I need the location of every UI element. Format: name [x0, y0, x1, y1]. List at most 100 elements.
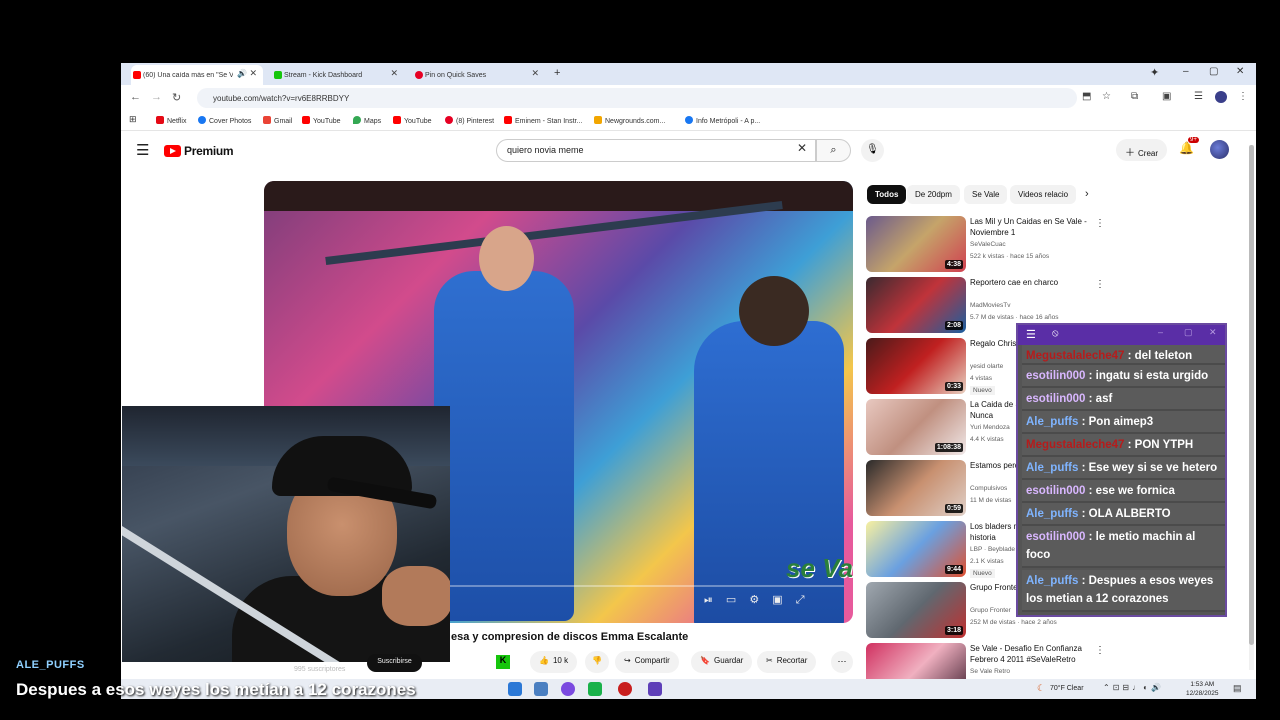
edge-icon[interactable] — [508, 682, 522, 696]
chat-minimize-button[interactable]: – — [1158, 327, 1163, 337]
chat-username[interactable]: Megustalaleche47 — [1026, 350, 1124, 362]
chat-username[interactable]: esotilin000 — [1026, 393, 1085, 405]
recommendation-thumbnail[interactable] — [866, 643, 966, 679]
bookmark-maps[interactable]: Maps — [353, 116, 381, 125]
reading-list-icon[interactable]: ☰ — [1194, 91, 1203, 102]
steam-icon[interactable] — [534, 682, 548, 696]
video-progress-bar[interactable] — [434, 585, 844, 587]
install-icon[interactable]: ⬒ — [1082, 91, 1091, 102]
bookmark-newgrounds[interactable]: Newgrounds.com... — [594, 116, 665, 125]
chip-todos[interactable]: Todos — [867, 185, 907, 204]
bookmark-cover-photos[interactable]: Cover Photos — [198, 116, 251, 125]
chip-de-20dpm[interactable]: De 20dpm — [907, 185, 960, 204]
chat-block-icon[interactable]: ⦸ — [1052, 328, 1059, 339]
bookmark-eminem[interactable]: Eminem - Stan Instr... — [504, 116, 582, 125]
recommendation-channel[interactable]: Grupo Fronter — [970, 607, 1011, 614]
miniplayer-icon[interactable]: ▣ — [772, 594, 782, 606]
chat-username[interactable]: esotilin000 — [1026, 370, 1085, 382]
recommendation-title[interactable]: Reportero cae en charco — [970, 277, 1095, 288]
chip-se-vale[interactable]: Se Vale — [964, 185, 1008, 204]
apps-grid-icon[interactable]: ⊞ — [129, 114, 137, 125]
gemini-icon[interactable]: ✦ — [1150, 66, 1159, 79]
more-vert-icon[interactable]: ⋮ — [1095, 218, 1105, 229]
recommendation-title[interactable]: Las Mil y Un Caidas en Se Vale - Noviemb… — [970, 216, 1095, 238]
bookmark-youtube[interactable]: YouTube — [302, 116, 341, 125]
chat-username[interactable]: esotilin000 — [1026, 531, 1085, 543]
back-icon[interactable]: ← — [130, 91, 141, 103]
dislike-button[interactable]: 👎 — [585, 651, 609, 673]
bookmark-gmail[interactable]: Gmail — [263, 116, 292, 125]
like-button[interactable]: 👍 10 k — [530, 651, 578, 673]
split-view-icon[interactable]: ▣ — [1162, 91, 1171, 102]
recommendation-channel[interactable]: SeValeCuac — [970, 241, 1006, 248]
bookmark-youtube-2[interactable]: YouTube — [393, 116, 432, 125]
recommendation-thumbnail[interactable]: 3:18 — [866, 582, 966, 638]
more-vert-icon[interactable]: ⋮ — [1095, 279, 1105, 290]
voice-search-button[interactable]: 🎙 — [861, 139, 884, 162]
menu-kebab-icon[interactable]: ⋮ — [1238, 91, 1248, 102]
recommendation-channel[interactable]: yesid olarte — [970, 363, 1003, 370]
tab-youtube[interactable]: (60) Una caída más en "Se V 🔊 ✕ — [131, 65, 263, 85]
recommendation-channel[interactable]: Yuri Mendoza — [970, 424, 1010, 431]
clear-search-icon[interactable]: ✕ — [797, 141, 807, 155]
settings-gear-icon[interactable]: ⚙ — [749, 594, 759, 606]
recommendation-thumbnail[interactable]: 0:33 — [866, 338, 966, 394]
tab-kick[interactable]: Stream - Kick Dashboard ✕ — [272, 65, 404, 85]
app-red-icon[interactable] — [618, 682, 632, 696]
more-vert-icon[interactable]: ⋮ — [1095, 645, 1105, 656]
bookmark-netflix[interactable]: Netflix — [156, 116, 186, 125]
recommendation-thumbnail[interactable]: 2:08 — [866, 277, 966, 333]
share-button[interactable]: ↪ Compartir — [615, 651, 679, 673]
close-window-button[interactable]: ✕ — [1236, 66, 1244, 77]
recommendation-channel[interactable]: LBP · Beyblade — [970, 546, 1015, 553]
recommendation-thumbnail[interactable]: 4:38 — [866, 216, 966, 272]
recommendation-channel[interactable]: Se Vale Retro — [970, 668, 1010, 675]
account-avatar[interactable] — [1210, 140, 1229, 159]
youtube-premium-logo[interactable]: Premium — [164, 144, 234, 158]
store-icon[interactable] — [588, 682, 602, 696]
url-bar[interactable]: youtube.com/watch?v=rv6E8RRBDYY — [197, 88, 1077, 108]
chat-username[interactable]: Megustalaleche47 — [1026, 439, 1124, 451]
chevron-right-icon[interactable]: › — [1085, 188, 1089, 200]
kick-channel-logo[interactable]: K — [496, 655, 510, 669]
recommendation-thumbnail[interactable]: 0:59 — [866, 460, 966, 516]
notifications-bell-icon[interactable]: 🔔 — [1179, 141, 1194, 155]
speaker-icon[interactable]: 🔊 — [237, 69, 247, 78]
close-tab-icon[interactable]: ✕ — [531, 68, 539, 79]
notification-center-icon[interactable]: ▤ — [1233, 683, 1242, 694]
fullscreen-icon[interactable]: ⤢ — [796, 594, 805, 606]
chip-videos-relacionados[interactable]: Videos relacio — [1010, 185, 1076, 204]
page-scrollbar-thumb[interactable] — [1249, 145, 1254, 645]
chat-username[interactable]: esotilin000 — [1026, 485, 1085, 497]
maximize-button[interactable]: ▢ — [1209, 66, 1218, 77]
search-button[interactable]: ⌕ — [816, 139, 851, 162]
recommendation-thumbnail[interactable]: 9:44 — [866, 521, 966, 577]
hamburger-menu-icon[interactable]: ☰ — [136, 141, 149, 159]
recommendation-channel[interactable]: Compulsivos — [970, 485, 1007, 492]
bookmark-pinterest[interactable]: (8) Pinterest — [445, 116, 494, 125]
app-purple-icon[interactable] — [648, 682, 662, 696]
weather-text[interactable]: 70°F Clear — [1050, 685, 1084, 692]
recommendation-channel[interactable]: MadMoviesTv — [970, 302, 1010, 309]
discord-icon[interactable] — [561, 682, 575, 696]
reload-icon[interactable]: ↻ — [172, 91, 181, 104]
tray-icons[interactable]: ⌃⊡⊟♩◐🔊 — [1103, 683, 1164, 692]
chat-maximize-button[interactable]: ▢ — [1184, 327, 1193, 338]
extensions-icon[interactable]: ⧉ — [1131, 91, 1138, 102]
recommendation-item[interactable]: 4:38 Las Mil y Un Caidas en Se Vale - Nov… — [866, 216, 1246, 274]
bookmark-info-metropoli[interactable]: Info Metrópoli - A p... — [685, 116, 760, 125]
taskbar-clock[interactable]: 1:53 AM 12/28/2025 — [1186, 680, 1219, 698]
chat-close-button[interactable]: ✕ — [1209, 327, 1217, 338]
subtitles-icon[interactable]: ▭ — [726, 594, 736, 606]
recommendation-item[interactable]: Se Vale - Desafio En Confianza Febrero 4… — [866, 643, 1246, 679]
recommendation-thumbnail[interactable]: 1:08:38 — [866, 399, 966, 455]
chat-menu-icon[interactable]: ☰ — [1026, 328, 1036, 341]
chat-username[interactable]: Ale_puffs — [1026, 575, 1078, 587]
profile-avatar[interactable] — [1215, 91, 1227, 103]
search-input[interactable]: quiero novia meme — [496, 139, 816, 162]
minimize-button[interactable]: – — [1183, 66, 1189, 77]
bookmark-star-icon[interactable]: ☆ — [1102, 91, 1111, 102]
save-button[interactable]: 🔖 Guardar — [691, 651, 753, 673]
chat-username[interactable]: Ale_puffs — [1026, 462, 1078, 474]
create-button[interactable]: ＋ Crear — [1116, 139, 1168, 161]
